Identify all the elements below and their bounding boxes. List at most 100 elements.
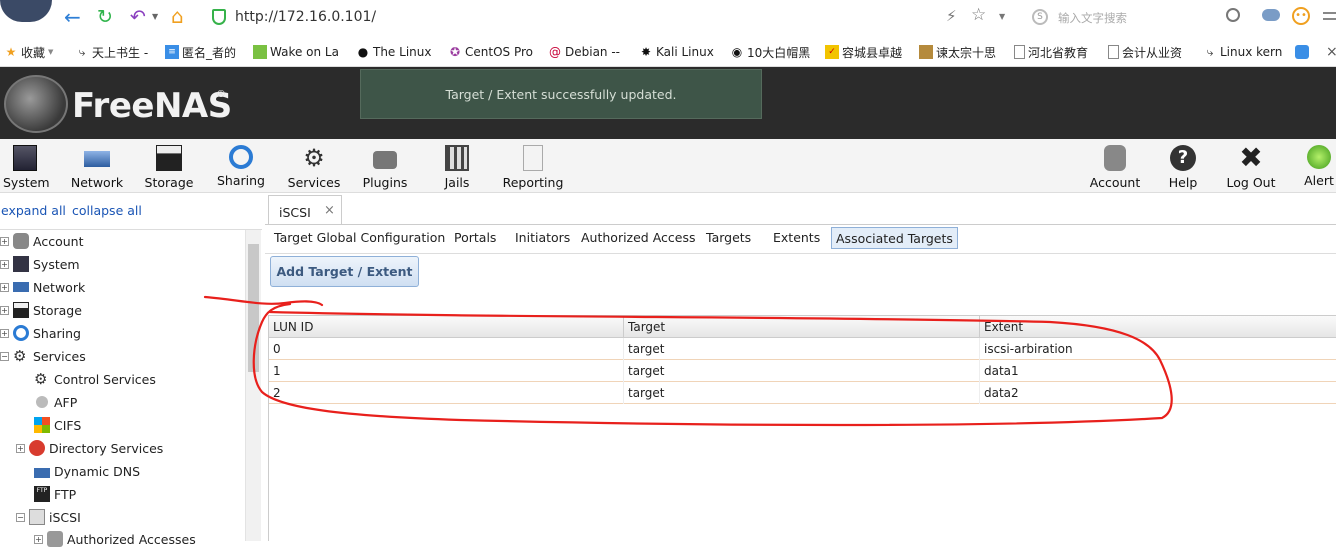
tree-item-directory-services[interactable]: + Directory Services bbox=[16, 438, 163, 458]
cell-extent: iscsi-arbiration bbox=[984, 342, 1073, 356]
bookmark-item[interactable]: ✸ Kali Linux bbox=[639, 44, 714, 60]
table-row[interactable]: 1 target data1 bbox=[269, 360, 1336, 382]
bookmark-item[interactable]: ⤷ 天上书生 - bbox=[75, 44, 149, 60]
cell-divider bbox=[979, 338, 980, 360]
toolbar-help-button[interactable]: ? Help bbox=[1164, 145, 1202, 190]
subtab-associated-targets[interactable]: Associated Targets bbox=[831, 227, 958, 249]
bookmark-item[interactable]: ◉ 10大白帽黑 bbox=[730, 44, 811, 60]
tree-item-afp[interactable]: AFP bbox=[34, 392, 77, 412]
bookmarks-overflow-icon[interactable]: × bbox=[1326, 44, 1336, 60]
subtab-targets[interactable]: Targets bbox=[706, 230, 751, 245]
toolbar-alert-button[interactable]: Alert bbox=[1302, 145, 1336, 188]
toolbar-storage-button[interactable]: Storage bbox=[144, 145, 194, 190]
storage-icon bbox=[156, 145, 182, 171]
toolbar-jails-button[interactable]: Jails bbox=[437, 145, 477, 190]
tree-item-storage[interactable]: + Storage bbox=[0, 300, 82, 320]
tree-scrollbar[interactable] bbox=[245, 230, 261, 541]
table-row[interactable]: 2 target data2 bbox=[269, 382, 1336, 404]
toolbar-logout-button[interactable]: ✖ Log Out bbox=[1225, 144, 1277, 191]
toolbar-services-button[interactable]: ⚙ Services bbox=[287, 145, 341, 190]
browser-search-input[interactable]: 输入文字搜索 bbox=[1058, 10, 1127, 26]
search-engine-icon[interactable]: S bbox=[1032, 9, 1048, 25]
browser-avatar[interactable] bbox=[0, 0, 52, 22]
column-header-target[interactable]: Target bbox=[628, 320, 665, 334]
expand-icon[interactable]: + bbox=[0, 282, 9, 292]
bookmark-label: Kali Linux bbox=[656, 45, 714, 59]
column-divider[interactable] bbox=[623, 316, 624, 338]
tree-item-iscsi[interactable]: − iSCSI bbox=[16, 507, 81, 527]
bookmark-favorites[interactable]: ★ 收藏 ▼ bbox=[4, 44, 54, 60]
toolbar-network-button[interactable]: Network bbox=[70, 145, 124, 190]
dropdown-arrow-icon[interactable]: ▼ bbox=[152, 12, 158, 21]
network-icon bbox=[84, 151, 110, 167]
search-icon[interactable] bbox=[1226, 8, 1240, 22]
tree-item-label: FTP bbox=[54, 486, 77, 502]
subtab-extents[interactable]: Extents bbox=[773, 230, 820, 245]
subtab-authorized-access[interactable]: Authorized Access bbox=[581, 230, 696, 245]
toolbar-plugins-button[interactable]: Plugins bbox=[361, 145, 409, 190]
lightning-icon[interactable]: ⚡ bbox=[946, 7, 957, 25]
tab-iscsi[interactable]: iSCSI × bbox=[268, 195, 342, 225]
toolbar-reporting-button[interactable]: Reporting bbox=[502, 145, 564, 190]
collapse-icon[interactable]: − bbox=[0, 351, 9, 361]
expand-all-link[interactable]: expand all bbox=[1, 203, 66, 218]
subtab-initiators[interactable]: Initiators bbox=[515, 230, 570, 245]
bookmark-item[interactable]: Wake on La bbox=[253, 44, 339, 60]
tree-item-ftp[interactable]: FTP FTP bbox=[34, 484, 76, 504]
expand-icon[interactable]: + bbox=[34, 534, 43, 544]
bookmark-more[interactable] bbox=[1295, 44, 1309, 60]
tree-item-sharing[interactable]: + Sharing bbox=[0, 323, 81, 343]
expand-icon[interactable]: + bbox=[0, 305, 9, 315]
menu-arrow-icon[interactable]: ▼ bbox=[999, 12, 1005, 21]
tree-scrollbar-thumb[interactable] bbox=[248, 244, 259, 372]
tree-item-cifs[interactable]: CIFS bbox=[34, 415, 81, 435]
tree-item-control-services[interactable]: ⚙ Control Services bbox=[34, 369, 156, 389]
tree-item-system[interactable]: + System bbox=[0, 254, 80, 274]
grid-header-row: LUN ID Target Extent bbox=[269, 316, 1336, 338]
cell-extent: data1 bbox=[984, 364, 1019, 378]
refresh-icon[interactable]: ↻ bbox=[97, 6, 119, 28]
bookmark-item[interactable]: @ Debian -- bbox=[548, 44, 620, 60]
collapse-icon[interactable]: − bbox=[16, 512, 25, 522]
column-divider[interactable] bbox=[979, 316, 980, 338]
tree-item-network[interactable]: + Network bbox=[0, 277, 85, 297]
add-target-extent-button[interactable]: Add Target / Extent bbox=[270, 256, 419, 287]
table-row[interactable]: 0 target iscsi-arbiration bbox=[269, 338, 1336, 360]
favorite-star-icon[interactable]: ☆ bbox=[971, 5, 986, 25]
cloud-icon[interactable] bbox=[1262, 9, 1280, 21]
bookmark-item[interactable]: ✓ 容城县卓越 bbox=[825, 44, 902, 60]
toolbar-sharing-button[interactable]: Sharing bbox=[216, 145, 266, 188]
bookmark-blue-icon: ≡ bbox=[165, 45, 179, 59]
subtab-target-global-configuration[interactable]: Target Global Configuration bbox=[274, 230, 445, 245]
url-field[interactable]: http://172.16.0.101/ bbox=[235, 9, 376, 25]
tree-item-label: Sharing bbox=[33, 325, 81, 341]
collapse-all-link[interactable]: collapse all bbox=[72, 203, 142, 218]
bookmark-item[interactable]: ● The Linux bbox=[356, 44, 432, 60]
expand-icon[interactable]: + bbox=[0, 328, 9, 338]
system-icon bbox=[13, 256, 29, 272]
bookmark-item[interactable]: 会计从业资 bbox=[1108, 44, 1182, 60]
bookmark-item[interactable]: ⤷ Linux kern bbox=[1203, 44, 1283, 60]
subtab-portals[interactable]: Portals bbox=[454, 230, 496, 245]
expand-icon[interactable]: + bbox=[16, 443, 25, 453]
toolbar-system-button[interactable]: System bbox=[3, 145, 50, 190]
toolbar-account-button[interactable]: Account bbox=[1089, 145, 1141, 190]
close-tab-icon[interactable]: × bbox=[324, 203, 335, 218]
home-icon[interactable]: ⌂ bbox=[171, 5, 193, 27]
bookmark-label: Linux kern bbox=[1220, 45, 1283, 59]
expand-icon[interactable]: + bbox=[0, 259, 9, 269]
expand-icon[interactable]: + bbox=[0, 236, 9, 246]
tree-item-authorized-accesses[interactable]: + Authorized Accesses bbox=[34, 529, 196, 549]
bookmark-item[interactable]: 谏太宗十思 bbox=[919, 44, 996, 60]
tree-item-dynamic-dns[interactable]: Dynamic DNS bbox=[34, 461, 140, 481]
tree-item-account[interactable]: + Account bbox=[0, 231, 83, 251]
undo-icon[interactable]: ↶ bbox=[130, 6, 152, 28]
emoji-icon[interactable]: •• bbox=[1292, 7, 1310, 25]
bookmark-item[interactable]: 河北省教育 bbox=[1014, 44, 1088, 60]
bookmark-item[interactable]: ✪ CentOS Pro bbox=[448, 44, 533, 60]
back-icon[interactable]: ← bbox=[64, 6, 86, 28]
column-header-extent[interactable]: Extent bbox=[984, 320, 1023, 334]
tree-item-services[interactable]: − ⚙ Services bbox=[0, 346, 86, 366]
bookmark-item[interactable]: ≡ 匿名_者的 bbox=[165, 44, 236, 60]
more-icon[interactable] bbox=[1323, 12, 1336, 20]
